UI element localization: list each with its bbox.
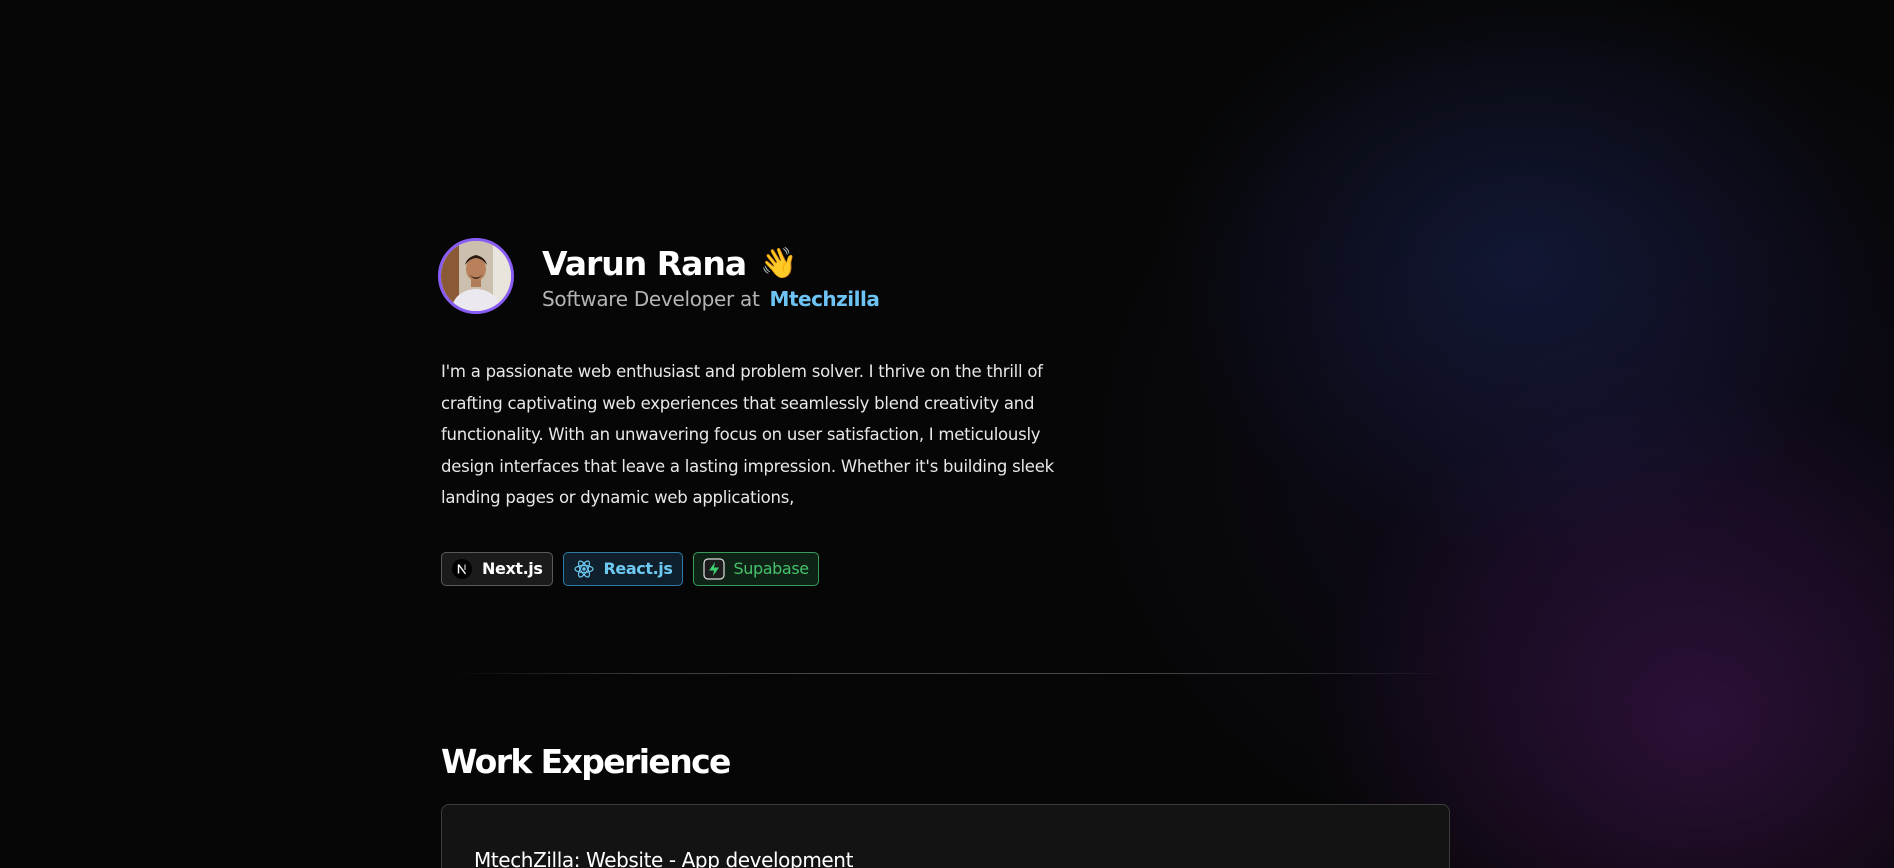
section-divider xyxy=(450,673,1450,674)
role-row: Software Developer at Mtechzilla xyxy=(542,287,880,311)
profile-role: Software Developer at xyxy=(542,287,760,311)
tag-label: React.js xyxy=(603,559,673,578)
nextjs-icon xyxy=(451,558,473,580)
bio-paragraph: I'm a passionate web enthusiast and prob… xyxy=(441,362,1054,507)
react-icon xyxy=(573,558,595,580)
supabase-icon xyxy=(702,557,725,580)
profile-identity: Varun Rana 👋 Software Developer at Mtech… xyxy=(542,241,880,312)
waving-hand-icon: 👋 xyxy=(760,245,798,281)
company-link[interactable]: Mtechzilla xyxy=(770,287,880,311)
profile-name: Varun Rana xyxy=(542,243,747,283)
tag-label: Supabase xyxy=(733,559,810,578)
tag-nextjs[interactable]: Next.js xyxy=(441,551,553,586)
avatar xyxy=(438,238,514,314)
experience-title: MtechZilla: Website - App development xyxy=(474,848,854,868)
hero-section: Varun Rana 👋 Software Developer at Mtech… xyxy=(438,238,1451,586)
tag-label: Next.js xyxy=(482,559,543,578)
tech-tags: Next.js React.js Supabase xyxy=(441,551,1451,586)
tag-supabase[interactable]: Supabase xyxy=(692,551,819,586)
work-experience-heading: Work Experience xyxy=(441,742,731,781)
experience-card[interactable]: MtechZilla: Website - App development xyxy=(441,804,1450,868)
profile-header: Varun Rana 👋 Software Developer at Mtech… xyxy=(438,238,1451,314)
avatar-photo xyxy=(441,241,511,311)
tag-reactjs[interactable]: React.js xyxy=(562,551,683,586)
name-row: Varun Rana 👋 xyxy=(542,241,879,285)
